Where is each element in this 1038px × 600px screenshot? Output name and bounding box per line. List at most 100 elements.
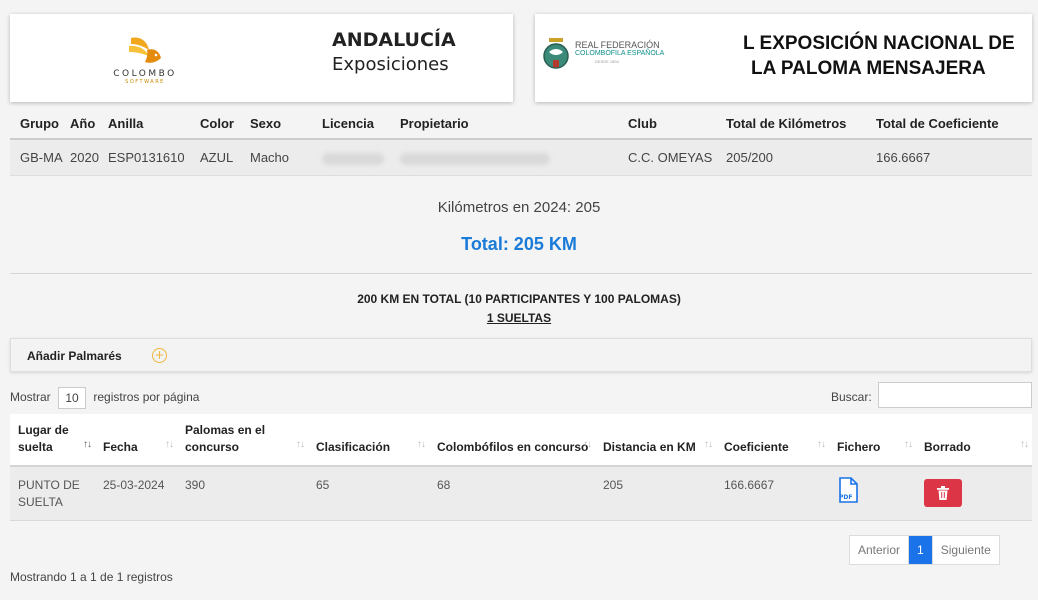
sort-icon: ↑↓ — [817, 439, 826, 451]
summary-line2: 1 SUELTAS — [0, 311, 1038, 325]
section-divider — [10, 273, 1032, 274]
registros-label: registros por página — [93, 390, 200, 405]
records-info: Mostrando 1 a 1 de 1 registros — [10, 570, 173, 584]
col-borrado[interactable]: Borrado ↑↓ — [916, 414, 1032, 467]
andalucia-title-block: ANDALUCÍA Exposiciones — [332, 28, 456, 76]
col-anio: Año — [70, 110, 108, 140]
cell-color: AZUL — [200, 139, 250, 176]
pigeon-table: Grupo Año Anilla Color Sexo Licencia Pro… — [10, 110, 1032, 176]
cell-club: C.C. OMEYAS — [628, 139, 726, 176]
sort-icon: ↑↓ — [704, 439, 713, 451]
sort-icon: ↑↓ — [1020, 439, 1029, 451]
sueltas-link[interactable]: 1 SUELTAS — [487, 311, 551, 325]
col-propietario: Propietario — [400, 110, 628, 140]
table-row: PUNTO DE SUELTA 25-03-2024 390 65 68 205… — [10, 465, 1032, 522]
results-table: Lugar de suelta ↑↓ Fecha ↑↓ Palomas en el … — [10, 414, 1032, 522]
cell-borrado — [916, 465, 1032, 522]
page-length-control: Mostrar 10 registros por página — [10, 387, 199, 409]
andalucia-title: ANDALUCÍA — [332, 29, 456, 51]
col-fichero[interactable]: Fichero ↑↓ — [829, 414, 916, 467]
cell-total-km: 205/200 — [726, 139, 876, 176]
cell-coeficiente: 166.6667 — [716, 465, 829, 522]
pagination-previous[interactable]: Anterior — [850, 536, 910, 564]
palmares-bar: Añadir Palmarés + — [10, 338, 1032, 372]
col-lugar[interactable]: Lugar de suelta ↑↓ — [10, 414, 95, 467]
rfce-crest-icon — [543, 38, 569, 69]
cell-palomas: 390 — [177, 465, 308, 522]
col-palomas-label: Palomas en el concurso — [185, 423, 266, 455]
pagination-page-1[interactable]: 1 — [909, 536, 932, 564]
sort-icon: ↑↓ — [904, 439, 913, 451]
colombo-subtext: SOFTWARE — [125, 79, 165, 85]
cell-fecha: 25-03-2024 — [95, 465, 177, 522]
cell-sexo: Macho — [250, 139, 322, 176]
cell-distancia: 205 — [595, 465, 716, 522]
page-length-select[interactable]: 10 — [58, 387, 87, 409]
pigeon-wing-icon — [129, 37, 161, 63]
mostrar-label: Mostrar — [10, 390, 51, 405]
exposition-title-line2: LA PALOMA MENSAJERA — [751, 57, 986, 79]
cell-total-coef: 166.6667 — [876, 139, 1032, 176]
col-coeficiente-label: Coeficiente — [724, 440, 789, 455]
col-lugar-label: Lugar de suelta — [18, 423, 69, 455]
search-label: Buscar: — [831, 390, 872, 404]
cell-propietario-redacted — [400, 139, 628, 176]
col-color: Color — [200, 110, 250, 140]
pagination: Anterior 1 Siguiente — [849, 535, 1000, 565]
redacted-licencia — [322, 152, 384, 165]
rfce-line3: DESDE 1894 — [595, 59, 619, 64]
col-total-km: Total de Kilómetros — [726, 110, 876, 140]
exposition-title-line1: L EXPOSICIÓN NACIONAL DE — [743, 33, 1015, 54]
colombo-wordmark: COLOMBO — [113, 69, 177, 79]
sort-icon: ↑↓ — [296, 439, 305, 451]
col-grupo: Grupo — [10, 110, 70, 140]
sort-icon: ↑↓ — [165, 439, 174, 451]
col-colombofilos[interactable]: Colombófilos en concurso ↑↓ — [429, 414, 595, 467]
col-sexo: Sexo — [250, 110, 322, 140]
andalucia-subtitle: Exposiciones — [332, 53, 449, 75]
pigeon-row: GB-MA 2020 ESP0131610 AZUL Macho C.C. OM… — [10, 139, 1032, 176]
cell-fichero: PDF — [829, 465, 916, 522]
summary-line1: 200 KM EN TOTAL (10 PARTICIPANTES Y 100 … — [357, 292, 681, 306]
add-plus-icon[interactable]: + — [152, 348, 167, 363]
delete-button[interactable] — [924, 478, 962, 507]
col-fecha-label: Fecha — [103, 440, 138, 455]
colombo-logo: COLOMBO SOFTWARE — [105, 34, 185, 89]
sort-asc-icon: ↑↓ — [83, 439, 92, 451]
sort-icon: ↑↓ — [583, 439, 592, 451]
col-licencia: Licencia — [322, 110, 400, 140]
col-fichero-label: Fichero — [837, 440, 881, 455]
col-distancia[interactable]: Distancia en KM ↑↓ — [595, 414, 716, 467]
col-club: Club — [628, 110, 726, 140]
col-distancia-label: Distancia en KM — [603, 440, 696, 455]
col-clasificacion[interactable]: Clasificación ↑↓ — [308, 414, 429, 467]
pagination-next[interactable]: Siguiente — [931, 536, 999, 564]
col-clasificacion-label: Clasificación — [316, 440, 391, 455]
col-fecha[interactable]: Fecha ↑↓ — [95, 414, 177, 467]
pigeon-table-header: Grupo Año Anilla Color Sexo Licencia Pro… — [10, 110, 1032, 140]
km-total: Total: 205 KM — [461, 234, 577, 254]
search-input[interactable] — [878, 382, 1032, 408]
rfce-line2: COLOMBÓFILA ESPAÑOLA — [575, 50, 665, 57]
rfce-logo: REAL FEDERACIÓN COLOMBÓFILA ESPAÑOLA DES… — [541, 36, 691, 80]
col-coeficiente[interactable]: Coeficiente ↑↓ — [716, 414, 829, 467]
pdf-file-icon[interactable]: PDF — [837, 476, 859, 503]
cell-anilla: ESP0131610 — [108, 139, 200, 176]
header-card-left: COLOMBO SOFTWARE ANDALUCÍA Exposiciones — [10, 14, 513, 102]
results-table-header: Lugar de suelta ↑↓ Fecha ↑↓ Palomas en el … — [10, 414, 1032, 467]
rfce-line1: REAL FEDERACIÓN — [575, 40, 660, 50]
cell-grupo: GB-MA — [10, 139, 70, 176]
cell-licencia-redacted — [322, 139, 400, 176]
cell-lugar: PUNTO DE SUELTA — [10, 465, 95, 522]
trash-icon — [937, 485, 949, 500]
col-total-coef: Total de Coeficiente — [876, 110, 1032, 140]
exposition-title: L EXPOSICIÓN NACIONAL DE LA PALOMA MENSA… — [743, 32, 1015, 81]
redacted-propietario — [400, 152, 550, 165]
cell-anio: 2020 — [70, 139, 108, 176]
col-palomas[interactable]: Palomas en el concurso ↑↓ — [177, 414, 308, 467]
sort-icon: ↑↓ — [417, 439, 426, 451]
cell-colombofilos: 68 — [429, 465, 595, 522]
km-year-line: Kilómetros en 2024: 205 — [437, 199, 601, 216]
cell-clasificacion: 65 — [308, 465, 429, 522]
svg-text:PDF: PDF — [839, 494, 852, 501]
